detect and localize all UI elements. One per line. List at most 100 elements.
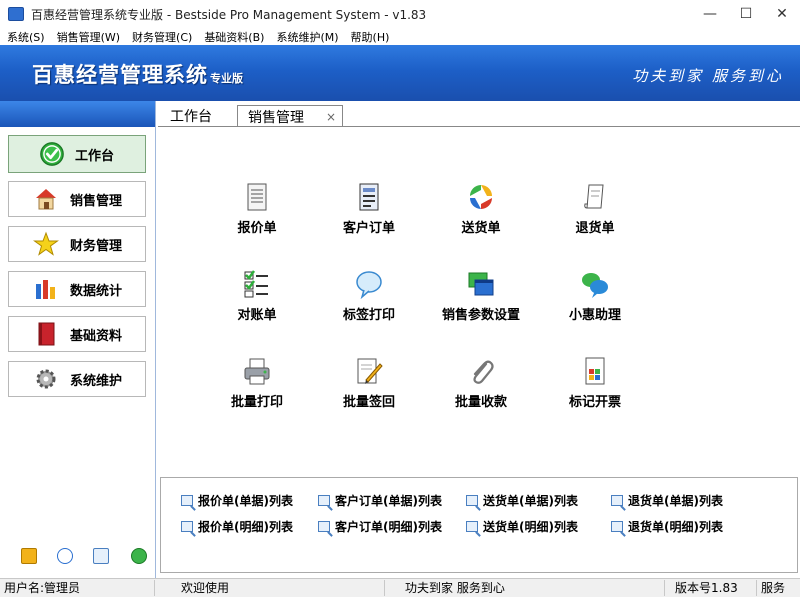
- link-label: 送货单(明细)列表: [483, 520, 578, 534]
- link-delivery-detail-list[interactable]: 送货单(明细)列表: [466, 518, 578, 535]
- function-batch-signback[interactable]: 批量签回: [314, 355, 424, 410]
- function-label-print[interactable]: 标签打印: [314, 268, 424, 323]
- function-label: 退货单: [575, 221, 615, 236]
- scroll-icon: [579, 181, 611, 213]
- refresh-icon[interactable]: [131, 548, 147, 564]
- bar-chart-icon: [33, 276, 59, 302]
- function-label: 报价单: [237, 221, 277, 236]
- link-return-detail-list[interactable]: 退货单(明细)列表: [611, 518, 723, 535]
- menu-help[interactable]: 帮助(H): [344, 29, 395, 45]
- minimize-button[interactable]: —: [692, 0, 728, 28]
- sidebar-item-sales[interactable]: 销售管理: [8, 181, 146, 217]
- link-order-detail-list[interactable]: 客户订单(明细)列表: [318, 518, 442, 535]
- document-icon: [241, 181, 273, 213]
- menu-finance[interactable]: 财务管理(C): [125, 29, 197, 45]
- sidebar-item-finance[interactable]: 财务管理: [8, 226, 146, 262]
- search-icon: [611, 521, 623, 532]
- delivery-cycle-icon: [465, 181, 497, 213]
- tab-sales[interactable]: 销售管理 ×: [237, 105, 343, 127]
- link-quotation-detail-list[interactable]: 报价单(明细)列表: [181, 518, 293, 535]
- list-links-panel: 报价单(单据)列表 客户订单(单据)列表 送货单(单据)列表 退货单(单据)列表…: [160, 477, 798, 573]
- link-quotation-doc-list[interactable]: 报价单(单据)列表: [181, 492, 293, 509]
- star-icon: [33, 231, 59, 257]
- search-icon: [318, 495, 330, 506]
- search-icon[interactable]: [93, 548, 109, 564]
- sidebar-item-statistics[interactable]: 数据统计: [8, 271, 146, 307]
- function-return[interactable]: 退货单: [540, 181, 650, 236]
- menu-sales[interactable]: 销售管理(W): [50, 29, 125, 45]
- function-sales-settings[interactable]: 销售参数设置: [426, 268, 536, 323]
- book-icon: [33, 321, 59, 347]
- menu-maintenance[interactable]: 系统维护(M): [269, 29, 343, 45]
- sidebar-item-basic-data[interactable]: 基础资料: [8, 316, 146, 352]
- function-batch-receipt[interactable]: 批量收款: [426, 355, 536, 410]
- function-label: 批量签回: [342, 395, 395, 410]
- header-banner: 百惠经营管理系统 专业版 功夫到家 服务到心: [0, 45, 800, 101]
- function-assistant[interactable]: 小惠助理: [540, 268, 650, 323]
- window-controls: — ☐ ✕: [692, 0, 800, 28]
- chat-icon: [579, 268, 611, 300]
- gear-icon: [33, 366, 59, 392]
- status-version: 版本号1.83: [665, 580, 757, 596]
- sidebar-item-label: 数据统计: [70, 283, 123, 299]
- maximize-button[interactable]: ☐: [728, 0, 764, 28]
- check-icon: [39, 141, 65, 167]
- sidebar-item-workbench[interactable]: 工作台: [8, 135, 146, 173]
- sidebar-header: [0, 101, 155, 127]
- search-icon: [181, 495, 193, 506]
- function-label: 客户订单: [342, 221, 395, 236]
- window-title: 百惠经营管理系统专业版 - Bestside Pro Management Sy…: [31, 7, 427, 22]
- invoice-icon: [579, 355, 611, 387]
- edit-icon[interactable]: [21, 548, 37, 564]
- tab-label: 销售管理: [248, 109, 304, 126]
- banner-slogan: 功夫到家 服务到心: [632, 67, 784, 85]
- search-icon: [181, 521, 193, 532]
- link-label: 退货单(单据)列表: [628, 494, 723, 508]
- form-icon: [353, 181, 385, 213]
- search-icon: [318, 521, 330, 532]
- sidebar-item-label: 财务管理: [70, 238, 123, 254]
- function-mark-invoice[interactable]: 标记开票: [540, 355, 650, 410]
- status-service: 服务: [761, 581, 786, 595]
- sidebar-item-label: 系统维护: [70, 373, 123, 389]
- printer-icon: [241, 355, 273, 387]
- paperclip-icon: [465, 355, 497, 387]
- status-user: 用户名:管理员: [0, 580, 155, 596]
- function-label: 标签打印: [342, 308, 395, 323]
- link-delivery-doc-list[interactable]: 送货单(单据)列表: [466, 492, 578, 509]
- close-button[interactable]: ✕: [764, 0, 800, 28]
- tab-workbench[interactable]: 工作台: [170, 105, 212, 127]
- sidebar-item-label: 基础资料: [70, 328, 123, 344]
- speech-bubble-icon: [353, 268, 385, 300]
- tab-close-button[interactable]: ×: [326, 110, 336, 124]
- function-customer-order[interactable]: 客户订单: [314, 181, 424, 236]
- function-quotation[interactable]: 报价单: [202, 181, 312, 236]
- function-label: 对账单: [237, 308, 277, 323]
- sidebar-item-maintenance[interactable]: 系统维护: [8, 361, 146, 397]
- menu-basic-data[interactable]: 基础资料(B): [197, 29, 269, 45]
- function-label: 批量打印: [230, 395, 283, 410]
- search-icon: [466, 495, 478, 506]
- function-statement[interactable]: 对账单: [202, 268, 312, 323]
- link-label: 报价单(明细)列表: [198, 520, 293, 534]
- title-bar: 百惠经营管理系统专业版 - Bestside Pro Management Sy…: [0, 0, 800, 28]
- sidebar: 工作台 销售管理 财务管理 数据统计 基础资料 系统维护: [0, 101, 156, 578]
- status-slogan: 功夫到家 服务到心: [385, 580, 665, 596]
- function-grid: 报价单 客户订单 送货单 退货单 对账单 标签打印 销售参数设置 小惠助理 批量…: [158, 127, 800, 472]
- link-order-doc-list[interactable]: 客户订单(单据)列表: [318, 492, 442, 509]
- clock-icon[interactable]: [57, 548, 73, 564]
- tab-bar: 工作台 销售管理 ×: [158, 101, 800, 127]
- app-logo: 百惠经营管理系统 专业版: [32, 59, 243, 89]
- edition-text: 专业版: [210, 72, 243, 85]
- logo-text: 百惠经营管理系统: [32, 63, 208, 87]
- function-label: 标记开票: [568, 395, 621, 410]
- search-icon: [466, 521, 478, 532]
- menu-system[interactable]: 系统(S): [0, 29, 50, 45]
- link-return-doc-list[interactable]: 退货单(单据)列表: [611, 492, 723, 509]
- sidebar-item-label: 销售管理: [70, 193, 123, 209]
- link-label: 报价单(单据)列表: [198, 494, 293, 508]
- function-delivery[interactable]: 送货单: [426, 181, 536, 236]
- function-label: 销售参数设置: [441, 308, 520, 323]
- link-label: 送货单(单据)列表: [483, 494, 578, 508]
- function-batch-print[interactable]: 批量打印: [202, 355, 312, 410]
